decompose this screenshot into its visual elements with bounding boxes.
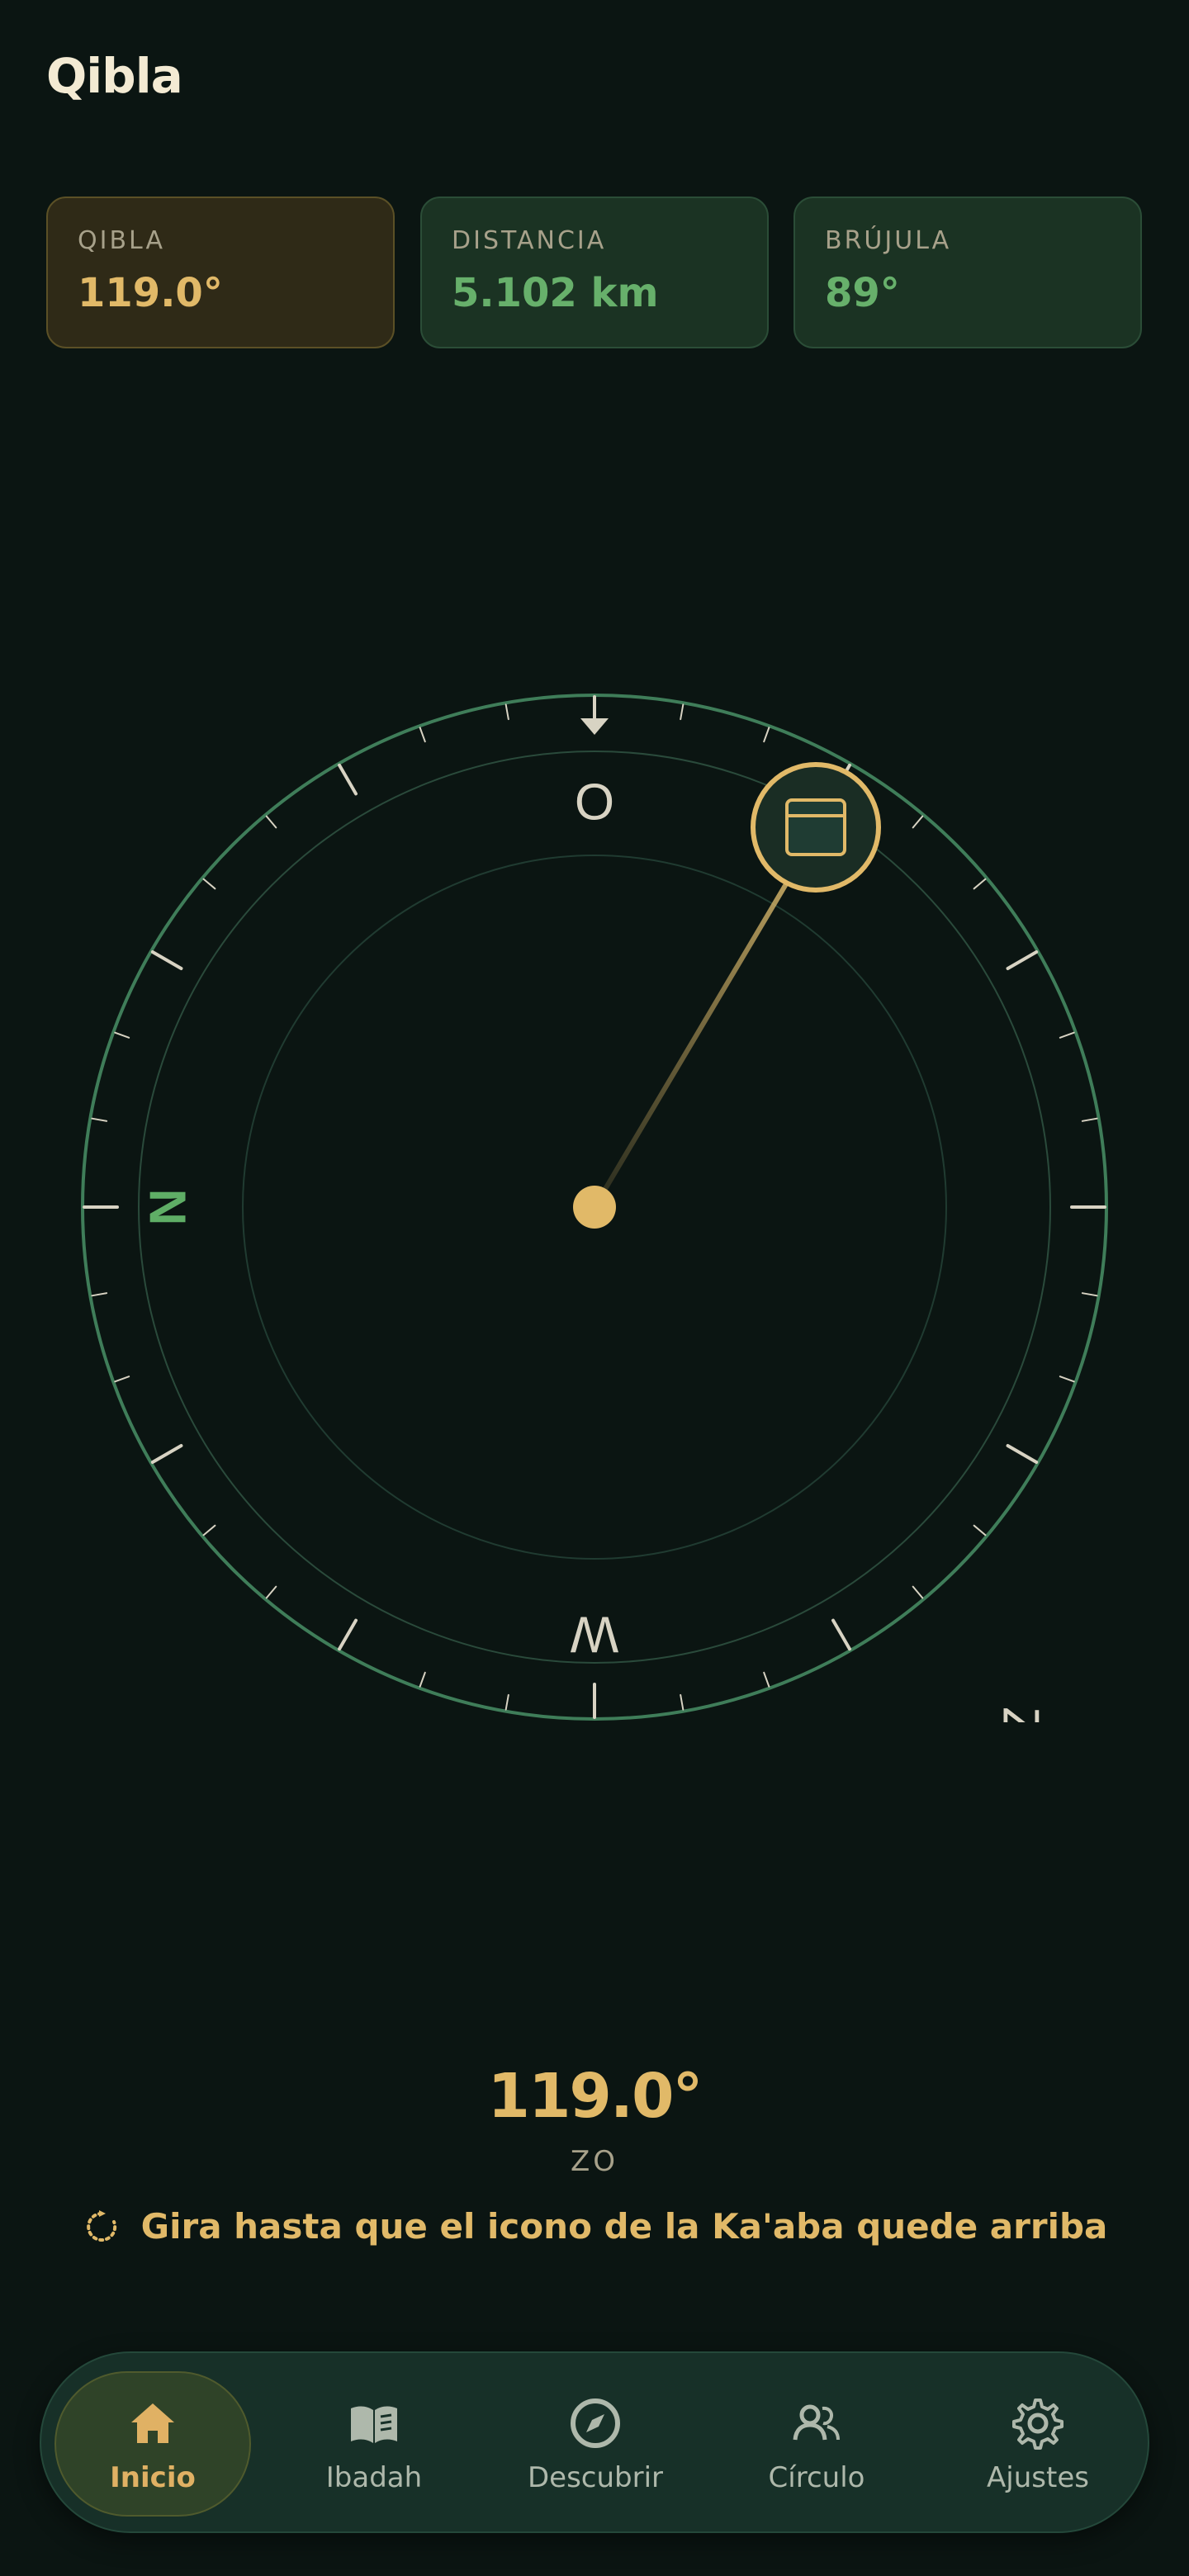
compass-major-tick <box>1006 1444 1039 1464</box>
compass-minor-tick <box>1059 1031 1075 1039</box>
compass-minor-tick <box>973 1524 987 1537</box>
page-title: Qibla <box>46 48 183 104</box>
cardinal-label-west: O <box>575 774 614 831</box>
book-icon <box>351 2406 397 2443</box>
compass-minor-tick <box>1059 1376 1075 1383</box>
compass-major-tick <box>831 1618 851 1651</box>
compass-minor-tick <box>419 1671 426 1688</box>
compass-major-tick <box>150 1444 183 1464</box>
compass-minor-tick <box>763 1671 770 1688</box>
nav-item-inicio[interactable]: Inicio <box>54 2371 251 2517</box>
compass-minor-tick <box>114 1031 130 1039</box>
rotation-instruction: Gira hasta que el icono de la Ka'aba que… <box>0 2206 1189 2247</box>
nav-label-descubrir: Descubrir <box>527 2461 664 2494</box>
nav-label-ibadah: Ibadah <box>325 2461 423 2494</box>
qibla-stat-card: QIBLA 119.0° <box>46 197 395 348</box>
compass-minor-tick <box>91 1117 108 1122</box>
compass-minor-tick <box>265 815 277 829</box>
nav-item-ibadah[interactable]: Ibadah <box>276 2371 472 2517</box>
qibla-needle <box>592 876 792 1210</box>
compass-minor-tick <box>202 1524 216 1537</box>
compass-minor-tick <box>202 878 216 890</box>
compass-major-tick <box>338 763 358 796</box>
north-indicator-icon <box>580 718 609 735</box>
compass-icon <box>571 2398 620 2448</box>
compass-major-tick <box>338 1618 358 1651</box>
compass-minor-tick <box>91 1292 108 1297</box>
compass-minor-tick <box>763 727 770 743</box>
gear-icon <box>1012 2398 1063 2450</box>
stat-label-qibla: QIBLA <box>78 226 165 255</box>
compass-minor-tick <box>973 878 987 890</box>
nav-item-ajustes[interactable]: Ajustes <box>940 2371 1136 2517</box>
nav-label-inicio: Inicio <box>110 2461 196 2494</box>
bottom-navigation: Inicio Ibadah Descubrir Círculo Ajustes <box>40 2351 1149 2533</box>
compass-minor-tick <box>504 1693 509 1711</box>
nav-item-descubrir[interactable]: Descubrir <box>497 2371 694 2517</box>
stat-value-distance: 5.102 km <box>452 270 659 316</box>
compass-minor-tick <box>504 703 509 721</box>
heading-direction: ZO <box>570 2145 619 2178</box>
compass-minor-tick <box>114 1376 130 1383</box>
compass-major-tick <box>1006 950 1039 970</box>
stat-label-compass: BRÚJULA <box>825 226 952 255</box>
compass-minor-tick <box>265 1585 277 1599</box>
stat-label-distance: DISTANCIA <box>452 226 607 255</box>
cardinal-label-south: W <box>570 1606 618 1663</box>
compass-minor-tick <box>680 1693 685 1711</box>
compass-center-dot <box>573 1186 616 1229</box>
kaaba-marker[interactable] <box>751 762 881 893</box>
nav-label-circulo: Círculo <box>768 2461 865 2494</box>
kaaba-icon <box>785 798 846 856</box>
home-icon <box>131 2403 174 2443</box>
heading-degree: 119.0° <box>487 2061 703 2132</box>
stat-value-compass: 89° <box>825 270 900 316</box>
compass-dial[interactable]: O Z W N <box>79 692 1110 1722</box>
compass-minor-tick <box>912 815 924 829</box>
cardinal-label-north: N <box>140 1189 197 1226</box>
nav-label-ajustes: Ajustes <box>987 2461 1089 2494</box>
compass-minor-tick <box>1081 1292 1098 1297</box>
distance-stat-card: DISTANCIA 5.102 km <box>420 197 769 348</box>
compass-minor-tick <box>680 703 685 721</box>
compass-stat-card: BRÚJULA 89° <box>793 197 1142 348</box>
people-icon <box>793 2404 840 2441</box>
nav-item-circulo[interactable]: Círculo <box>718 2371 915 2517</box>
instruction-text: Gira hasta que el icono de la Ka'aba que… <box>140 2206 1108 2247</box>
compass-minor-tick <box>419 727 426 743</box>
cardinal-label-east: Z <box>992 1707 1049 1722</box>
compass-minor-tick <box>912 1585 924 1599</box>
compass-major-tick <box>150 950 183 970</box>
stat-value-qibla: 119.0° <box>78 270 223 316</box>
compass-minor-tick <box>1081 1117 1098 1122</box>
rotate-icon <box>86 2209 116 2242</box>
